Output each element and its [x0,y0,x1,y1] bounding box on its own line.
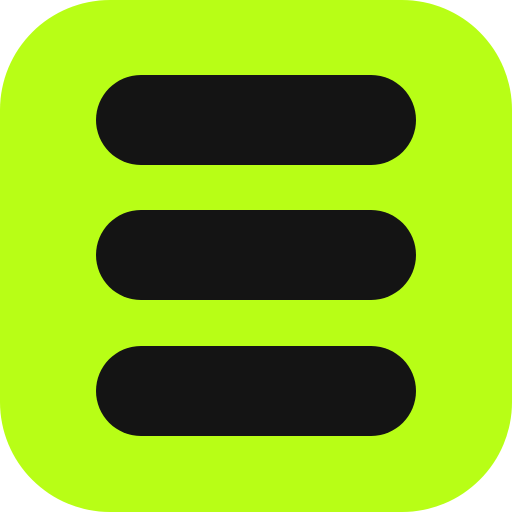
menu-bar-top [96,75,416,165]
menu-bar-middle [96,210,416,300]
app-icon[interactable] [0,0,512,512]
menu-bar-bottom [96,346,416,436]
